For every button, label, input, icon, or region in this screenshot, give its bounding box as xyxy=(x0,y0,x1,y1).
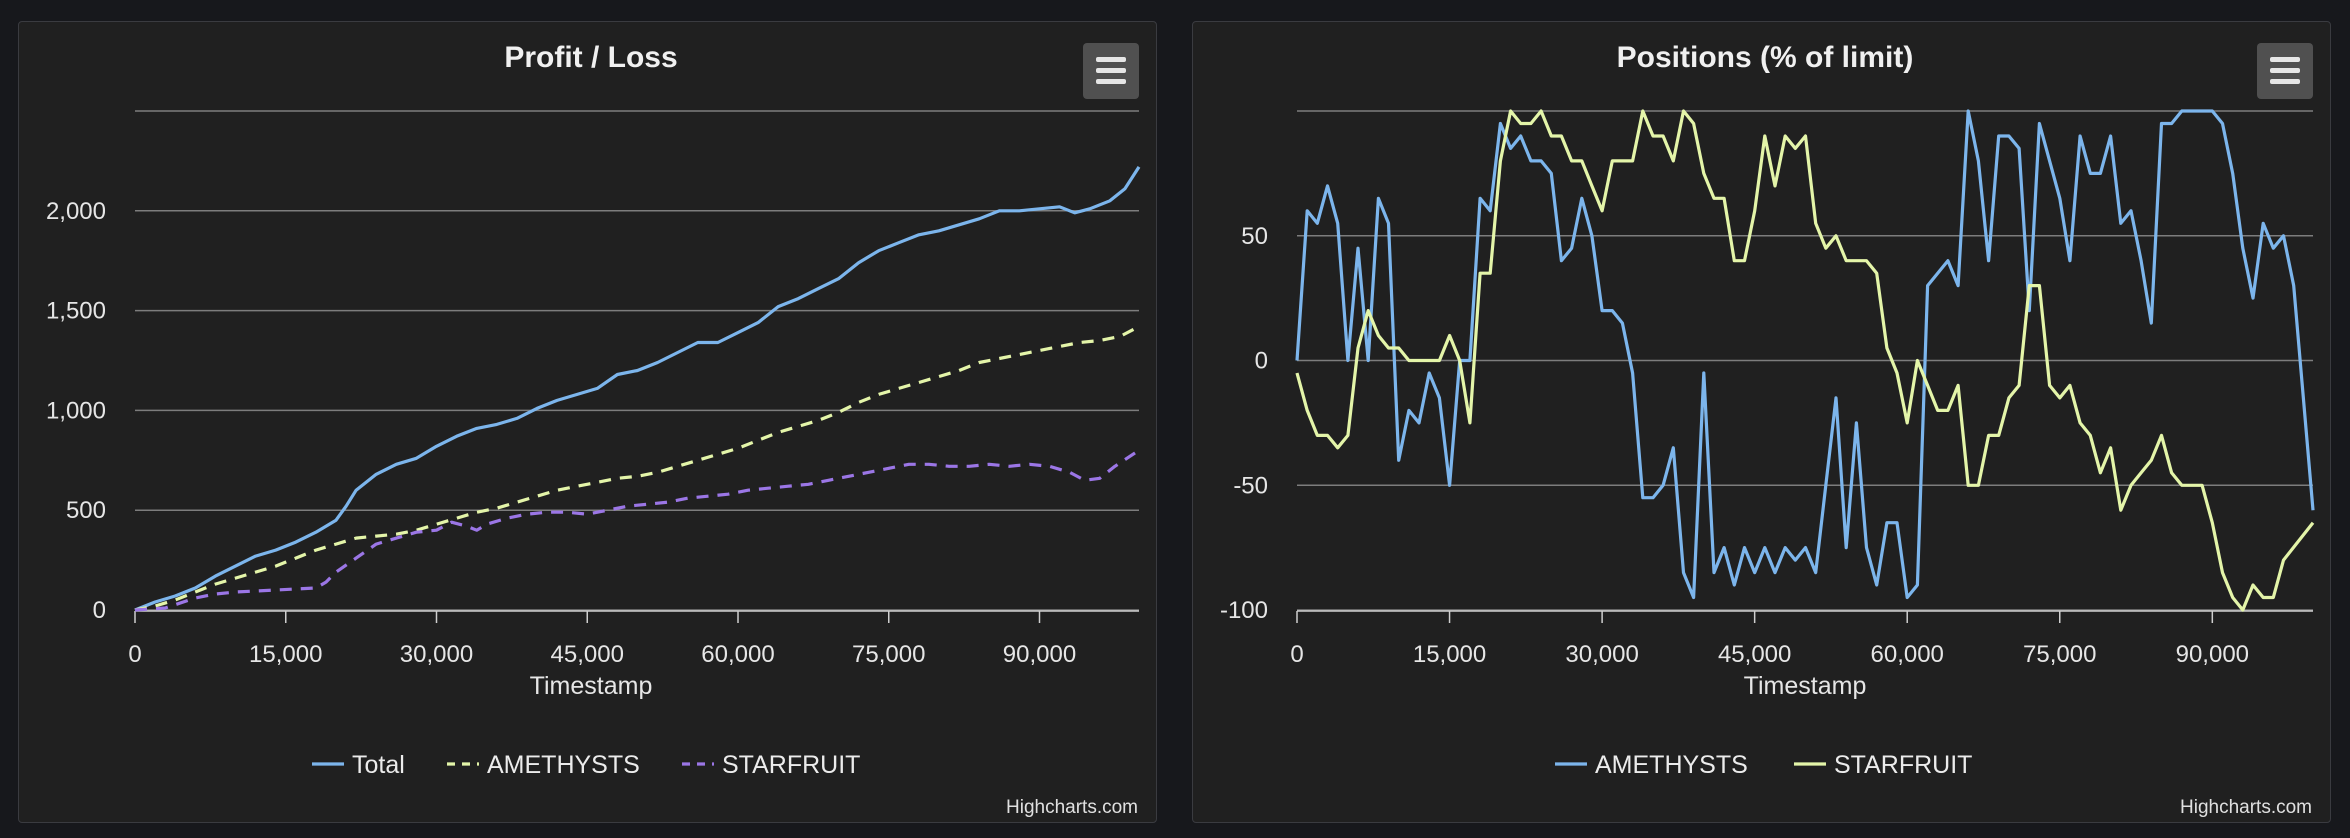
x-tick-label: 60,000 xyxy=(701,641,774,668)
y-tick-label: 2,000 xyxy=(46,198,106,225)
x-tick-label: 60,000 xyxy=(1871,641,1944,668)
legend-item-amethysts[interactable]: AMETHYSTS xyxy=(1555,751,1748,779)
hamburger-icon xyxy=(1096,57,1126,62)
y-tick-label: 50 xyxy=(1241,223,1268,250)
series-line-starfruit[interactable] xyxy=(134,448,1140,612)
legend-item-amethysts[interactable]: AMETHYSTS xyxy=(447,751,640,779)
chart-title: Positions (% of limit) xyxy=(1617,41,1914,74)
legend-label: STARFRUIT xyxy=(1834,751,1972,779)
x-tick-label: 30,000 xyxy=(1565,641,1638,668)
x-tick-label: 45,000 xyxy=(1718,641,1791,668)
x-tick-label: 15,000 xyxy=(249,641,322,668)
y-tick-label: -50 xyxy=(1233,472,1268,499)
legend-label: Total xyxy=(352,751,405,779)
hamburger-icon xyxy=(2270,57,2300,62)
x-tick-label: 45,000 xyxy=(551,641,624,668)
x-axis-title: Timestamp xyxy=(1744,672,1867,700)
x-tick-label: 75,000 xyxy=(852,641,925,668)
x-tick-label: 90,000 xyxy=(1003,641,1076,668)
x-tick-label: 15,000 xyxy=(1413,641,1486,668)
legend-label: STARFRUIT xyxy=(722,751,860,779)
y-tick-label: 1,500 xyxy=(46,298,106,325)
pnl-chart-panel: Profit / Loss Timestamp Highcharts.com 0… xyxy=(18,21,1157,823)
pnl-chart-svg: Profit / Loss Timestamp Highcharts.com 0… xyxy=(46,41,1141,818)
legend-label: AMETHYSTS xyxy=(487,751,640,779)
x-tick-label: 90,000 xyxy=(2176,641,2249,668)
y-tick-label: 500 xyxy=(66,497,106,524)
chart-title: Profit / Loss xyxy=(504,41,677,74)
positions-chart-panel: Positions (% of limit) Timestamp Highcha… xyxy=(1192,21,2331,823)
y-tick-label: 0 xyxy=(1255,348,1268,375)
chart-menu-button[interactable] xyxy=(1083,43,1139,99)
y-tick-label: 1,000 xyxy=(46,397,106,424)
credits-link[interactable]: Highcharts.com xyxy=(2180,797,2312,818)
x-tick-label: 30,000 xyxy=(400,641,473,668)
legend-item-starfruit[interactable]: STARFRUIT xyxy=(1794,751,1972,779)
legend-label: AMETHYSTS xyxy=(1595,751,1748,779)
series-line-total[interactable] xyxy=(134,166,1141,612)
chart-menu-button[interactable] xyxy=(2257,43,2313,99)
series-line-amethysts[interactable] xyxy=(1295,109,2315,600)
legend-item-total[interactable]: Total xyxy=(312,751,405,779)
x-axis-title: Timestamp xyxy=(530,672,653,700)
positions-chart-svg: Positions (% of limit) Timestamp Highcha… xyxy=(1220,41,2315,818)
x-tick-label: 0 xyxy=(1290,641,1303,668)
legend-item-starfruit[interactable]: STARFRUIT xyxy=(682,751,860,779)
legend: AMETHYSTS STARFRUIT xyxy=(1555,751,1972,779)
credits-link[interactable]: Highcharts.com xyxy=(1006,797,1138,818)
legend: Total AMETHYSTS STARFRUIT xyxy=(312,751,860,779)
x-tick-label: 0 xyxy=(128,641,141,668)
x-tick-label: 75,000 xyxy=(2023,641,2096,668)
y-tick-label: 0 xyxy=(93,597,106,624)
y-tick-label: -100 xyxy=(1220,597,1268,624)
